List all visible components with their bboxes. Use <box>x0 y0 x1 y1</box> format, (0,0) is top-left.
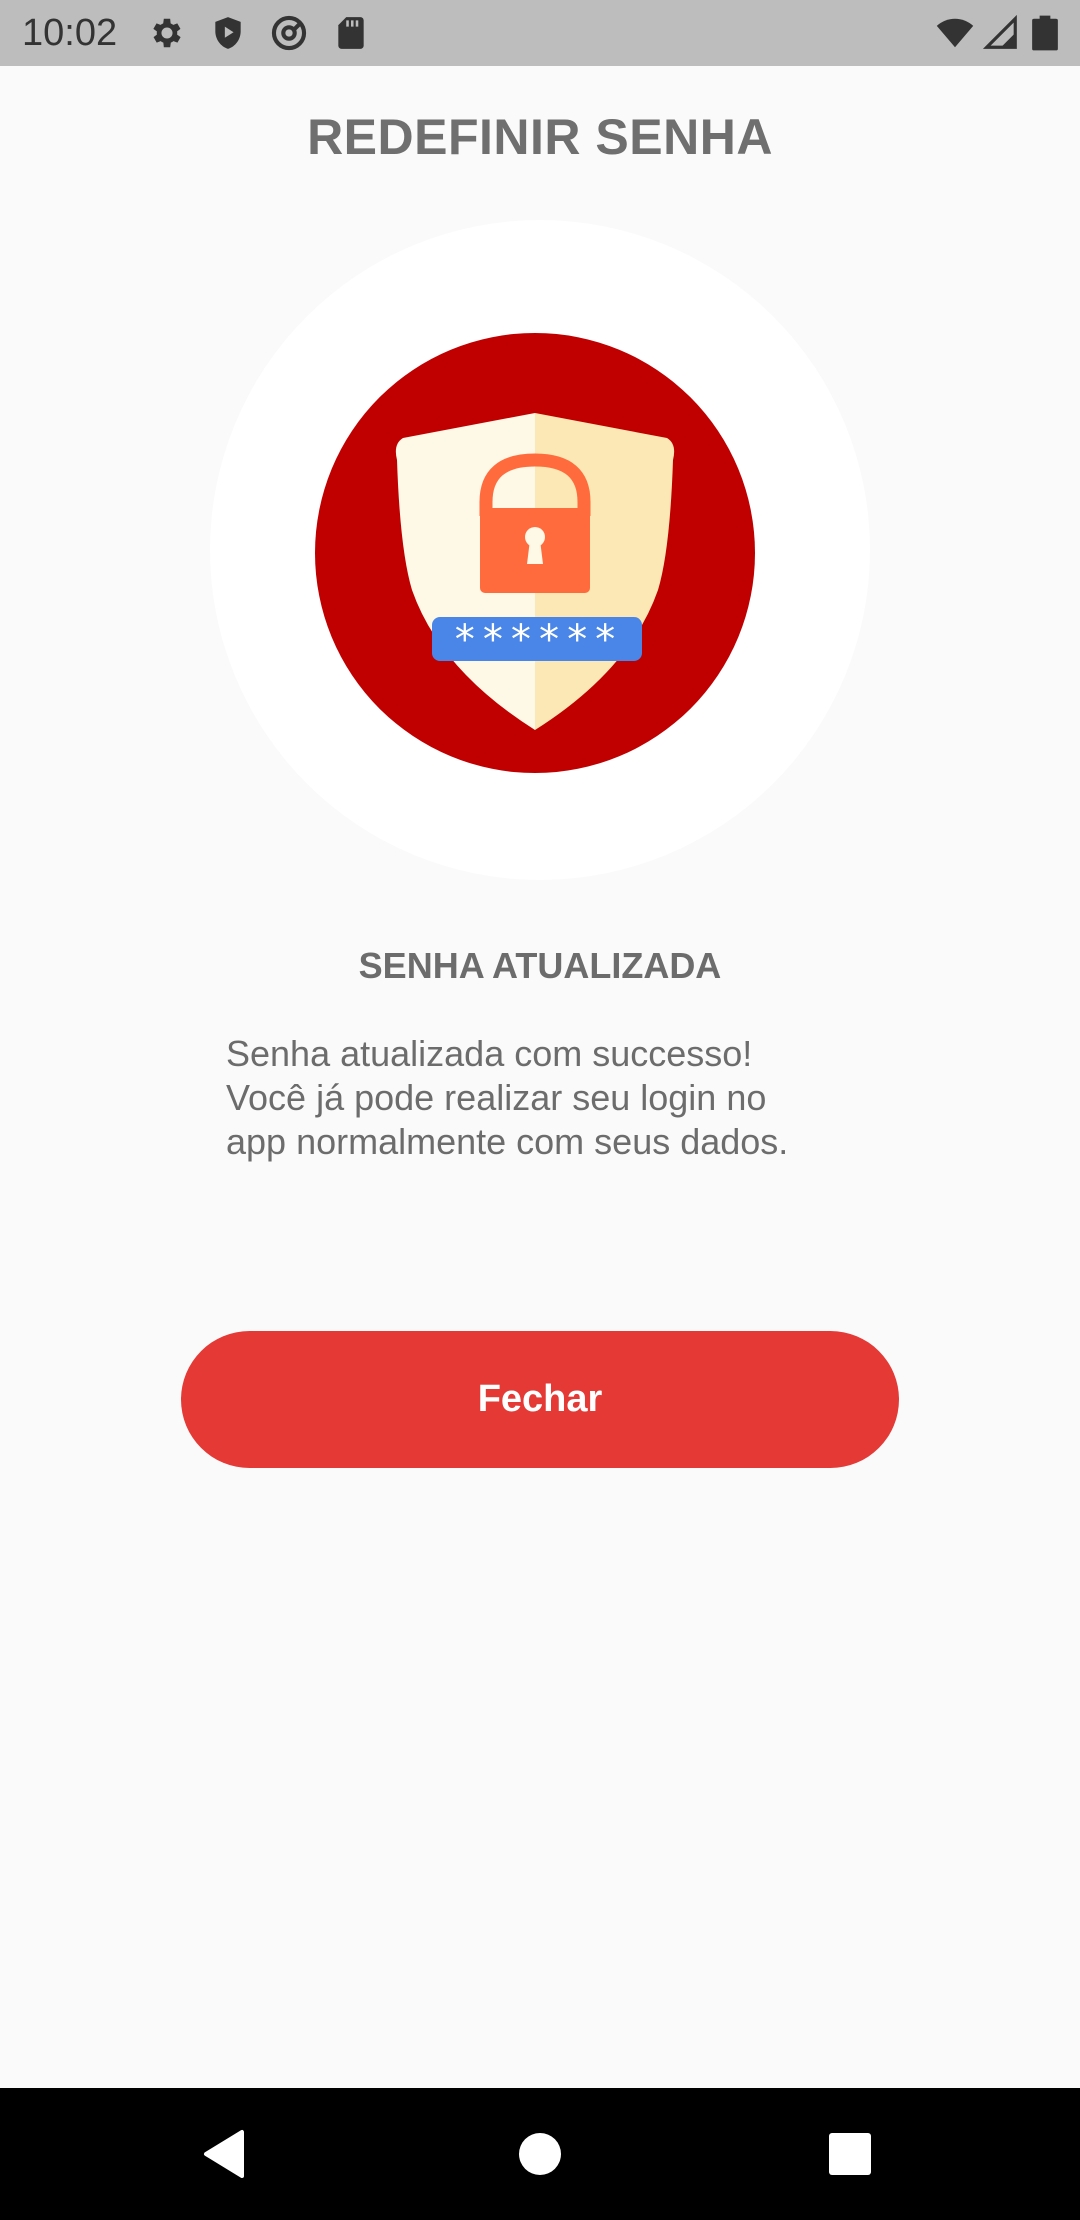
page-title: REDEFINIR SENHA <box>307 109 773 165</box>
message-line: Você já pode realizar seu login no <box>226 1077 767 1118</box>
signal-icon <box>982 14 1020 52</box>
message-line: app normalmente com seus dados. <box>226 1121 789 1162</box>
gear-icon <box>148 14 186 52</box>
success-message: Senha atualizada com successo! Você já p… <box>226 1032 906 1164</box>
recents-icon[interactable] <box>820 2124 880 2184</box>
shield-lock-icon: ****** <box>315 333 755 773</box>
wifi-icon <box>936 14 974 52</box>
navigation-bar <box>0 2088 1080 2220</box>
password-mask: ****** <box>453 617 622 663</box>
back-icon[interactable] <box>196 2124 256 2184</box>
battery-icon <box>1030 14 1060 52</box>
message-line: Senha atualizada com successo! <box>226 1033 753 1074</box>
status-time: 10:02 <box>22 12 118 54</box>
sd-card-icon <box>332 14 370 52</box>
hero-illustration: ****** <box>210 220 870 880</box>
close-button[interactable]: Fechar <box>181 1331 899 1468</box>
status-bar: 10:02 <box>0 0 1080 66</box>
home-icon[interactable] <box>510 2124 570 2184</box>
at-sign-icon <box>270 14 308 52</box>
status-heading: SENHA ATUALIZADA <box>358 945 722 986</box>
shield-play-icon <box>209 14 247 52</box>
